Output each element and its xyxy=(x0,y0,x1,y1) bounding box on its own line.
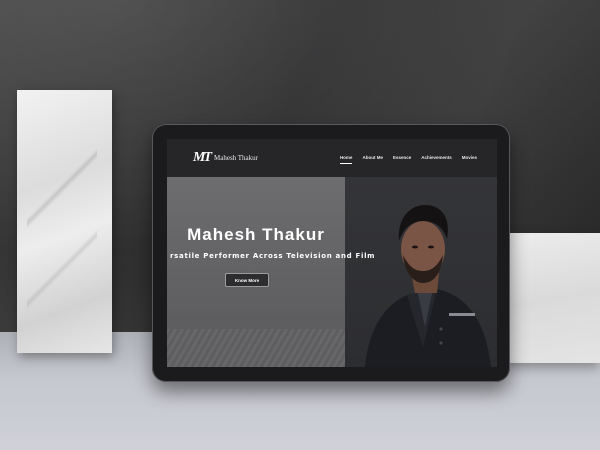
hero-subtitle: rsatile Performer Across Television and … xyxy=(170,252,376,260)
nav-home[interactable]: Home xyxy=(339,155,352,164)
nav-essence[interactable]: Essence xyxy=(393,155,411,160)
hero-left-panel xyxy=(167,177,345,367)
navbar: MT Mahesh Thakur Home About Me Essence A… xyxy=(167,139,497,177)
portrait-image xyxy=(365,205,491,367)
logo-name: Mahesh Thakur xyxy=(214,154,258,162)
site-logo[interactable]: MT Mahesh Thakur xyxy=(193,150,258,166)
nav-about-me[interactable]: About Me xyxy=(362,155,383,160)
tablet-screen: MT Mahesh Thakur Home About Me Essence A… xyxy=(167,139,497,367)
hero-portrait-panel xyxy=(345,177,497,367)
marble-block-left xyxy=(17,90,112,353)
marble-block-right xyxy=(505,233,600,363)
logo-monogram: MT xyxy=(193,150,212,165)
nav-movies[interactable]: Movies xyxy=(462,155,477,160)
know-more-button[interactable]: Know More xyxy=(225,273,269,287)
nav-links: Home About Me Essence Achievements Movie… xyxy=(339,155,477,164)
nav-achievements[interactable]: Achievements xyxy=(421,155,452,160)
hero-title: Mahesh Thakur xyxy=(187,225,325,244)
hero-floor-pattern xyxy=(167,329,345,367)
